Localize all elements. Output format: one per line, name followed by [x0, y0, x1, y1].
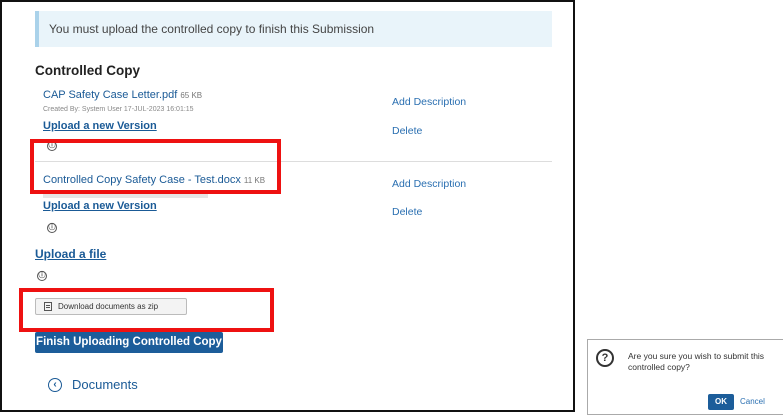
file-name[interactable]: CAP Safety Case Letter.pdf: [43, 89, 177, 101]
add-description-link[interactable]: Add Description: [392, 178, 466, 190]
upload-required-banner: You must upload the controlled copy to f…: [35, 11, 552, 47]
download-zip-label: Download documents as zip: [58, 302, 159, 311]
file-created-by: Created By: System User 17-JUL-2023 16:0…: [43, 106, 194, 113]
file-size: 11 KB: [243, 176, 266, 185]
section-title: Controlled Copy: [35, 63, 140, 78]
file-link-cap-safety-case-letter[interactable]: CAP Safety Case Letter.pdf 65 KB: [43, 89, 202, 101]
upload-new-version-link[interactable]: Upload a new Version: [43, 120, 157, 132]
finish-uploading-button[interactable]: Finish Uploading Controlled Copy: [35, 332, 223, 353]
info-circle-icon[interactable]: ⓘ: [47, 223, 57, 233]
delete-link[interactable]: Delete: [392, 125, 422, 137]
confirm-submit-dialog: ? Are you sure you wish to submit this c…: [587, 339, 783, 415]
download-zip-button[interactable]: Download documents as zip: [35, 298, 187, 315]
file-link-controlled-copy-safety-case[interactable]: Controlled Copy Safety Case - Test.docx 1…: [43, 174, 265, 186]
chevron-left-circle-icon: ‹: [48, 378, 62, 392]
question-circle-icon: ?: [596, 349, 614, 367]
ok-button[interactable]: OK: [708, 394, 734, 410]
file-created-by-obscured: [43, 192, 208, 198]
info-circle-icon[interactable]: ⓘ: [37, 271, 47, 281]
file-divider: [35, 161, 552, 162]
file-size: 65 KB: [180, 91, 203, 100]
info-circle-icon[interactable]: ⓘ: [47, 141, 57, 151]
add-description-link[interactable]: Add Description: [392, 96, 466, 108]
cancel-button[interactable]: Cancel: [740, 394, 765, 410]
upload-new-version-link[interactable]: Upload a new Version: [43, 200, 157, 212]
dialog-message: Are you sure you wish to submit this con…: [628, 351, 765, 372]
document-icon: [44, 302, 52, 311]
file-name[interactable]: Controlled Copy Safety Case - Test.docx: [43, 174, 241, 186]
delete-link[interactable]: Delete: [392, 206, 422, 218]
upload-file-link[interactable]: Upload a file: [35, 247, 106, 261]
documents-label: Documents: [72, 377, 138, 392]
controlled-copy-panel: You must upload the controlled copy to f…: [0, 0, 575, 412]
